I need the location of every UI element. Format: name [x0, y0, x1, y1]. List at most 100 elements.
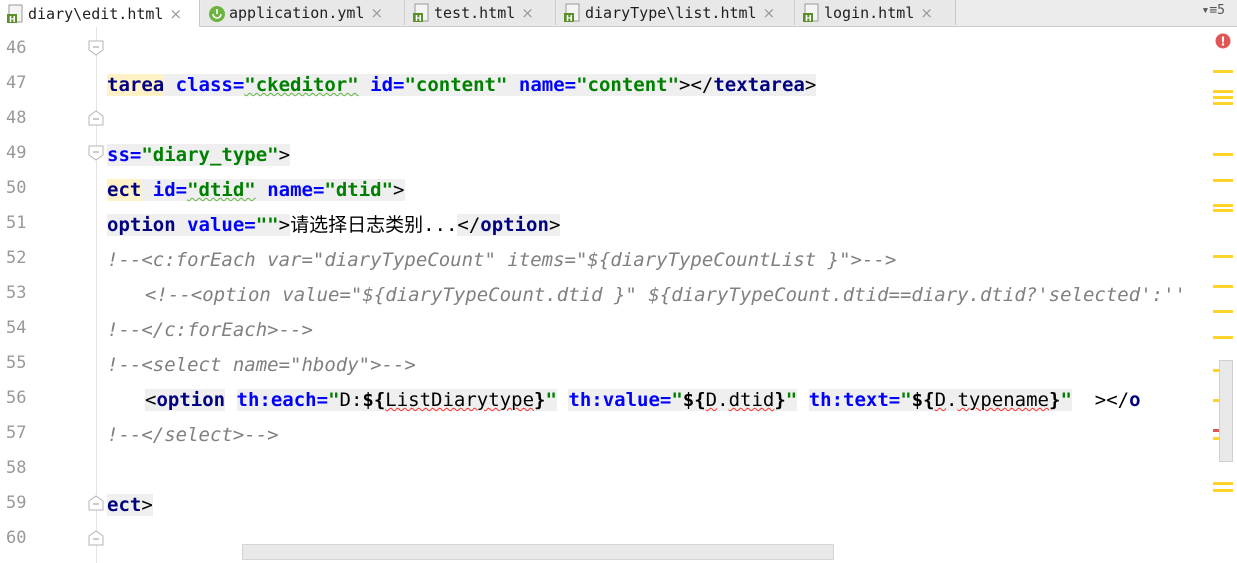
line-number: 50 — [6, 178, 27, 198]
html-file-icon: H — [563, 3, 583, 23]
code-token: > — [548, 214, 561, 236]
code-token: ${ — [362, 389, 386, 411]
line-number: 54 — [6, 318, 27, 338]
code-token: 请选择日志类别... — [290, 214, 458, 236]
line-number: 53 — [6, 283, 27, 303]
line-number: 52 — [6, 248, 27, 268]
horizontal-scrollbar-thumb[interactable] — [242, 544, 834, 560]
code-token: ect — [107, 179, 142, 201]
code-line-50: ect id="dtid" name="dtid"> — [107, 173, 405, 208]
tab-application-yml[interactable]: application.yml × — [201, 0, 405, 25]
warning-marker[interactable] — [1213, 336, 1233, 339]
code-token: ></ — [679, 74, 714, 96]
close-icon[interactable]: × — [920, 4, 933, 22]
tab-diary-edit-html[interactable]: H diary\edit.html × — [0, 0, 200, 27]
warning-marker[interactable] — [1213, 153, 1233, 156]
warning-marker[interactable] — [1213, 96, 1233, 99]
line-number: 56 — [6, 388, 27, 408]
code-token: D — [705, 389, 718, 411]
code-token: " — [900, 389, 912, 411]
code-token: th:each= — [236, 389, 329, 411]
line-number: 58 — [6, 458, 27, 478]
vertical-scrollbar-thumb[interactable] — [1219, 360, 1233, 462]
html-file-icon: H — [412, 3, 432, 23]
code-token: id= — [370, 74, 405, 96]
code-token: "ckeditor" — [244, 74, 359, 96]
code-editor[interactable]: tarea class="ckeditor" id="content" name… — [97, 27, 1207, 563]
tab-login-html[interactable]: H login.html × — [796, 0, 956, 25]
tab-label: test.html — [434, 3, 516, 22]
code-line-49: ss="diary_type"> — [107, 138, 291, 173]
close-icon[interactable]: × — [370, 4, 383, 22]
error-icon[interactable]: ! — [1215, 33, 1231, 49]
warning-marker[interactable] — [1213, 70, 1233, 73]
code-token: " — [328, 389, 340, 411]
line-number: 55 — [6, 353, 27, 373]
code-token: " — [545, 389, 557, 411]
close-icon[interactable]: × — [521, 4, 534, 22]
code-line-53: <!--<option value="${diaryTypeCount.dtid… — [145, 284, 1186, 306]
code-token: "dtid" — [187, 179, 256, 201]
warning-marker[interactable] — [1213, 255, 1233, 258]
warning-marker[interactable] — [1213, 90, 1233, 93]
code-token: < — [145, 389, 157, 411]
code-token: . — [946, 389, 958, 411]
code-line-51: option value="">请选择日志类别...</option> — [107, 208, 561, 243]
line-number: 60 — [6, 528, 27, 548]
warning-marker[interactable] — [1213, 102, 1233, 105]
tab-list-menu-button[interactable]: ▾≡5 — [1202, 3, 1225, 18]
code-token: " — [785, 389, 798, 411]
code-token: ></ — [1094, 389, 1130, 411]
code-line-57: !--</select>--> — [107, 424, 279, 446]
line-number: 48 — [6, 108, 27, 128]
code-line-56: <option th:each="D:${ListDiarytype}" th:… — [145, 383, 1141, 418]
code-line-59: ect> — [107, 488, 153, 523]
warning-marker[interactable] — [1213, 209, 1233, 212]
code-token: ss= — [107, 144, 142, 166]
error-stripe[interactable]: ! — [1209, 27, 1237, 563]
line-number: 57 — [6, 423, 27, 443]
code-line-52: !--<c:forEach var="diaryTypeCount" items… — [107, 249, 897, 271]
close-icon[interactable]: × — [763, 4, 776, 22]
editor-tab-bar: H diary\edit.html × application.yml × H … — [0, 0, 1237, 27]
code-token: ${ — [682, 389, 706, 411]
code-token: ect — [107, 494, 142, 516]
warning-marker[interactable] — [1213, 310, 1233, 313]
code-token: </ — [457, 214, 481, 236]
warning-marker[interactable] — [1213, 285, 1233, 288]
warning-marker[interactable] — [1213, 204, 1233, 207]
tab-test-html[interactable]: H test.html × — [406, 0, 556, 25]
code-token: value= — [187, 214, 256, 236]
code-token: ${ — [911, 389, 935, 411]
code-token: o — [1129, 389, 1141, 411]
html-file-icon: H — [6, 4, 26, 24]
svg-text:H: H — [805, 14, 812, 23]
line-number: 47 — [6, 73, 27, 93]
code-token: "dtid" — [324, 179, 394, 201]
tab-label: application.yml — [229, 3, 365, 22]
tab-diarytype-list-html[interactable]: H diaryType\list.html × — [557, 0, 795, 25]
code-token: } — [534, 389, 546, 411]
code-token: class= — [175, 74, 245, 96]
svg-text:H: H — [9, 15, 16, 24]
code-token: "content" — [404, 74, 508, 96]
close-icon[interactable]: × — [169, 5, 182, 23]
code-token: } — [774, 389, 786, 411]
warning-marker[interactable] — [1213, 179, 1233, 182]
warning-marker[interactable] — [1213, 489, 1233, 492]
code-line-54: !--</c:forEach>--> — [107, 319, 313, 341]
code-token: "diary_type" — [141, 144, 279, 166]
code-token: > — [804, 74, 817, 96]
code-token: typename — [957, 389, 1049, 411]
code-token: tarea — [107, 74, 165, 96]
code-token: th:text= — [808, 389, 901, 411]
warning-marker[interactable] — [1213, 482, 1233, 485]
